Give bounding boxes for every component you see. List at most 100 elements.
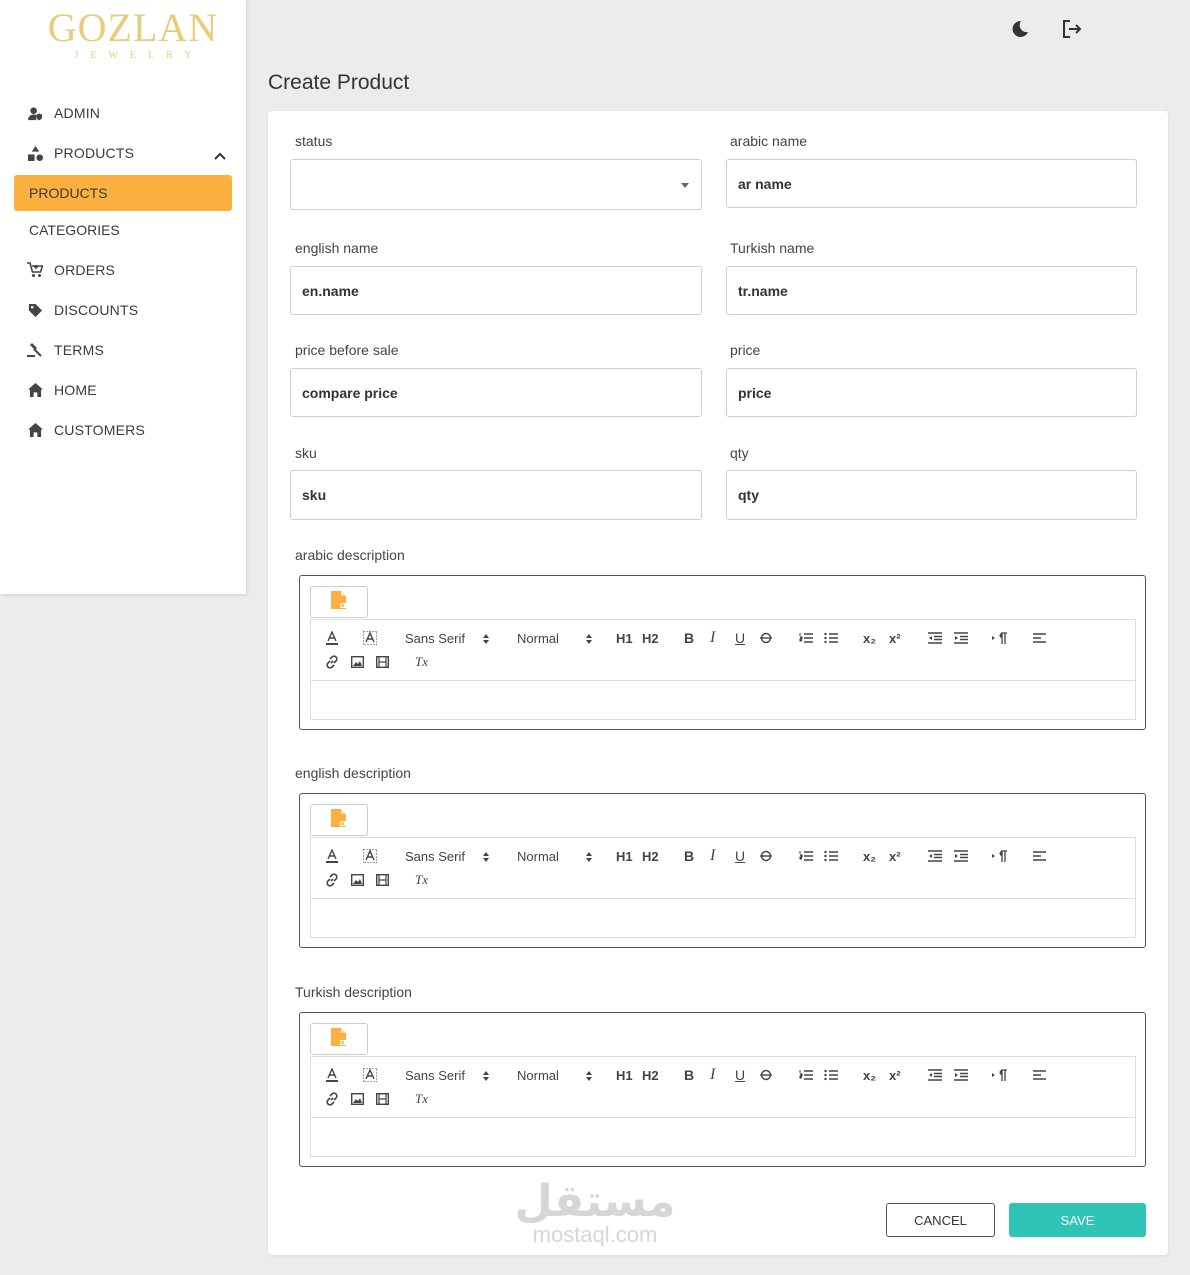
video-icon[interactable] (375, 654, 389, 670)
file-upload-button[interactable] (310, 804, 368, 836)
text-color-icon[interactable] (325, 1067, 339, 1083)
qty-field[interactable] (726, 470, 1137, 520)
subscript-button[interactable]: x₂ (863, 1067, 876, 1083)
strikethrough-icon[interactable] (760, 1067, 772, 1083)
file-upload-button[interactable] (310, 586, 368, 618)
bullet-list-icon[interactable] (824, 1067, 838, 1083)
moon-icon[interactable] (1009, 18, 1031, 40)
clear-format-button[interactable]: Tx (415, 654, 428, 670)
outdent-icon[interactable] (928, 848, 942, 864)
text-direction-icon[interactable] (992, 630, 1008, 646)
image-icon[interactable] (350, 872, 364, 888)
subscript-button[interactable]: x₂ (863, 848, 876, 864)
arabic-name-input[interactable] (738, 175, 1136, 192)
heading-1-button[interactable]: H1 (616, 848, 633, 864)
turkish-name-field[interactable] (726, 266, 1137, 315)
strikethrough-icon[interactable] (760, 630, 772, 646)
clear-format-button[interactable]: Tx (415, 872, 428, 888)
image-icon[interactable] (350, 654, 364, 670)
font-size-select[interactable]: Normal (517, 630, 559, 646)
background-color-icon[interactable] (363, 848, 377, 864)
font-family-select[interactable]: Sans Serif (405, 630, 465, 646)
bullet-list-icon[interactable] (824, 848, 838, 864)
heading-2-button[interactable]: H2 (642, 630, 659, 646)
superscript-button[interactable]: x² (889, 848, 901, 864)
logout-icon[interactable] (1061, 18, 1083, 40)
link-icon[interactable] (325, 872, 339, 888)
font-size-select[interactable]: Normal (517, 1067, 559, 1083)
status-select[interactable] (290, 159, 702, 210)
text-direction-icon[interactable] (992, 1067, 1008, 1083)
sidebar-subitem-products[interactable]: PRODUCTS (14, 175, 232, 211)
superscript-button[interactable]: x² (889, 630, 901, 646)
english-name-field[interactable] (290, 266, 702, 315)
compare-price-input[interactable] (302, 384, 701, 401)
price-input[interactable] (738, 384, 1136, 401)
italic-button[interactable]: I (710, 1066, 715, 1083)
background-color-icon[interactable] (363, 1067, 377, 1083)
turkish-name-input[interactable] (738, 282, 1136, 299)
image-icon[interactable] (350, 1091, 364, 1107)
ordered-list-icon[interactable] (799, 630, 813, 646)
bullet-list-icon[interactable] (824, 630, 838, 646)
english-name-input[interactable] (302, 282, 701, 299)
chevron-up-icon[interactable] (214, 147, 226, 163)
bold-button[interactable]: B (684, 848, 694, 864)
sidebar-item-home[interactable]: HOME (0, 372, 246, 408)
ordered-list-icon[interactable] (799, 848, 813, 864)
indent-icon[interactable] (954, 1067, 968, 1083)
bold-button[interactable]: B (684, 630, 694, 646)
background-color-icon[interactable] (363, 630, 377, 646)
heading-1-button[interactable]: H1 (616, 1067, 633, 1083)
arabic-name-field[interactable] (726, 159, 1137, 208)
text-color-icon[interactable] (325, 848, 339, 864)
save-button[interactable]: SAVE (1009, 1203, 1146, 1237)
link-icon[interactable] (325, 654, 339, 670)
sku-input[interactable] (302, 487, 701, 503)
heading-2-button[interactable]: H2 (642, 848, 659, 864)
font-family-select[interactable]: Sans Serif (405, 848, 465, 864)
qty-input[interactable] (738, 487, 1136, 503)
turkish-description-input[interactable] (310, 1117, 1136, 1157)
text-color-icon[interactable] (325, 630, 339, 646)
brand-logo[interactable]: GOZLAN JEWELRY (0, 6, 266, 62)
superscript-button[interactable]: x² (889, 1067, 901, 1083)
underline-button[interactable]: U (735, 1067, 745, 1083)
indent-icon[interactable] (954, 848, 968, 864)
video-icon[interactable] (375, 872, 389, 888)
align-icon[interactable] (1033, 1067, 1046, 1083)
heading-2-button[interactable]: H2 (642, 1067, 659, 1083)
sidebar-subitem-categories[interactable]: CATEGORIES (14, 212, 232, 248)
cancel-button[interactable]: CANCEL (886, 1203, 995, 1237)
italic-button[interactable]: I (710, 847, 715, 864)
price-before-sale-field[interactable] (290, 368, 702, 417)
align-icon[interactable] (1033, 848, 1046, 864)
italic-button[interactable]: I (710, 629, 715, 646)
strikethrough-icon[interactable] (760, 848, 772, 864)
sidebar-item-admin[interactable]: ADMIN (0, 95, 246, 131)
font-family-select[interactable]: Sans Serif (405, 1067, 465, 1083)
underline-button[interactable]: U (735, 848, 745, 864)
underline-button[interactable]: U (735, 630, 745, 646)
indent-icon[interactable] (954, 630, 968, 646)
outdent-icon[interactable] (928, 630, 942, 646)
subscript-button[interactable]: x₂ (863, 630, 876, 646)
align-icon[interactable] (1033, 630, 1046, 646)
clear-format-button[interactable]: Tx (415, 1091, 428, 1107)
arabic-description-input[interactable] (310, 680, 1136, 720)
font-size-select[interactable]: Normal (517, 848, 559, 864)
sidebar-item-discounts[interactable]: DISCOUNTS (0, 292, 246, 328)
ordered-list-icon[interactable] (799, 1067, 813, 1083)
outdent-icon[interactable] (928, 1067, 942, 1083)
text-direction-icon[interactable] (992, 848, 1008, 864)
sidebar-item-customers[interactable]: CUSTOMERS (0, 412, 246, 448)
heading-1-button[interactable]: H1 (616, 630, 633, 646)
sidebar-item-products[interactable]: PRODUCTS (0, 135, 246, 171)
english-description-input[interactable] (310, 898, 1136, 938)
file-upload-button[interactable] (310, 1023, 368, 1055)
sidebar-item-terms[interactable]: TERMS (0, 332, 246, 368)
video-icon[interactable] (375, 1091, 389, 1107)
sidebar-item-orders[interactable]: ORDERS (0, 252, 246, 288)
price-field[interactable] (726, 368, 1137, 417)
sku-field[interactable] (290, 470, 702, 520)
